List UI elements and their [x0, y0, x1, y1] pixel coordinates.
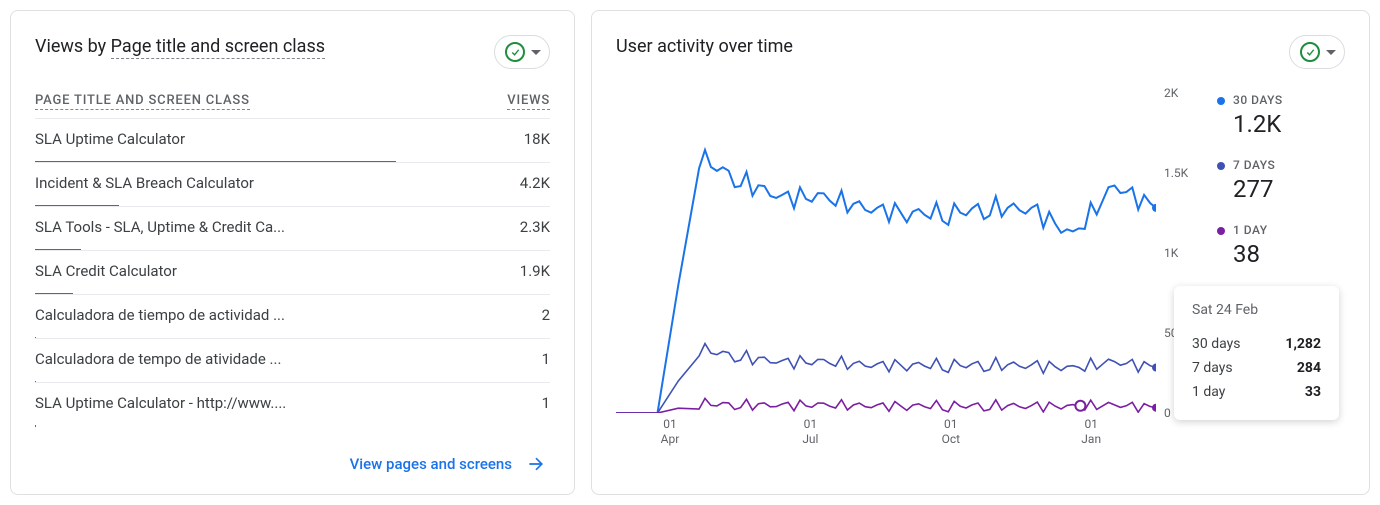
table-row[interactable]: SLA Uptime Calculator - http://www....1 [35, 382, 550, 426]
card-title: Views by Page title and screen class [35, 35, 494, 59]
tooltip-value: 284 [1297, 360, 1321, 376]
tooltip-series: 7 days [1192, 360, 1233, 376]
legend-label: 7 DAYS [1233, 158, 1275, 172]
series-line [616, 150, 1156, 413]
footer-link-label: View pages and screens [350, 455, 512, 473]
legend-item[interactable]: 7 DAYS 277 [1217, 158, 1283, 203]
row-label: Calculadora de tiempo de actividad ... [35, 306, 542, 324]
legend-value: 38 [1233, 240, 1283, 268]
legend-dot-icon [1217, 97, 1225, 105]
status-dropdown[interactable] [1289, 35, 1345, 69]
row-value: 2.3K [520, 218, 550, 236]
legend-value: 1.2K [1233, 110, 1283, 138]
tooltip-row: 30 days 1,282 [1192, 332, 1321, 356]
hover-marker [1075, 401, 1085, 411]
title-dimension[interactable]: Page title and screen class [111, 36, 325, 59]
y-tick: 1K [1164, 246, 1178, 260]
title-metric: Views [35, 36, 83, 57]
view-pages-link[interactable]: View pages and screens [346, 446, 550, 482]
tooltip-value: 1,282 [1285, 336, 1321, 352]
arrow-right-icon [526, 454, 546, 474]
col-header-views: VIEWS [507, 93, 550, 110]
card-header: User activity over time [616, 35, 1345, 69]
legend-dot-icon [1217, 227, 1225, 235]
tooltip-series: 1 day [1192, 384, 1225, 400]
table-row[interactable]: SLA Uptime Calculator18K [35, 118, 550, 162]
row-value: 1.9K [520, 262, 550, 280]
chart-tooltip: Sat 24 Feb 30 days 1,282 7 days 284 1 day 33 [1174, 286, 1339, 420]
table-row[interactable]: Calculadora de tempo de atividade ...1 [35, 338, 550, 382]
caret-down-icon [531, 50, 541, 55]
row-label: SLA Uptime Calculator - http://www.... [35, 394, 542, 412]
col-header-page: PAGE TITLE AND SCREEN CLASS [35, 93, 250, 110]
legend-item[interactable]: 30 DAYS 1.2K [1217, 93, 1283, 138]
row-value: 4.2K [520, 174, 550, 192]
row-label: Calculadora de tempo de atividade ... [35, 350, 542, 368]
tooltip-row: 7 days 284 [1192, 356, 1321, 380]
table-row[interactable]: Calculadora de tiempo de actividad ...2 [35, 294, 550, 338]
card-title: User activity over time [616, 35, 1289, 59]
user-activity-card: User activity over time 01Apr01Jul01Oct0… [591, 10, 1370, 495]
chart-area[interactable]: 01Apr 01Jul 01Oct 01Jan [616, 93, 1156, 453]
y-tick: 2K [1164, 86, 1178, 100]
row-bar [35, 425, 36, 427]
check-circle-icon [1300, 42, 1320, 62]
check-circle-icon [505, 42, 525, 62]
row-value: 18K [524, 130, 550, 148]
x-tick: 01Jan [1081, 417, 1101, 447]
legend-dot-icon [1217, 162, 1225, 170]
y-tick: 1.5K [1164, 166, 1188, 180]
row-label: SLA Tools - SLA, Uptime & Credit Ca... [35, 218, 520, 236]
x-tick: 01Oct [942, 417, 960, 447]
card-header: Views by Page title and screen class [35, 35, 550, 69]
legend-item[interactable]: 1 DAY 38 [1217, 223, 1283, 268]
tooltip-series: 30 days [1192, 336, 1240, 352]
table-body: SLA Uptime Calculator18KIncident & SLA B… [35, 118, 550, 426]
y-tick: 0 [1164, 406, 1171, 420]
row-value: 1 [542, 394, 550, 412]
table-row[interactable]: Incident & SLA Breach Calculator4.2K [35, 162, 550, 206]
x-tick: 01Jul [802, 417, 818, 447]
legend-value: 277 [1233, 175, 1283, 203]
row-label: SLA Uptime Calculator [35, 130, 524, 148]
tooltip-row: 1 day 33 [1192, 380, 1321, 404]
table-row[interactable]: SLA Tools - SLA, Uptime & Credit Ca...2.… [35, 206, 550, 250]
table-header: PAGE TITLE AND SCREEN CLASS VIEWS [35, 93, 550, 118]
legend-label: 1 DAY [1233, 223, 1268, 237]
tooltip-value: 33 [1305, 384, 1321, 400]
row-label: Incident & SLA Breach Calculator [35, 174, 520, 192]
x-tick: 01Apr [661, 417, 680, 447]
tooltip-date: Sat 24 Feb [1192, 302, 1321, 318]
table-row[interactable]: SLA Credit Calculator1.9K [35, 250, 550, 294]
caret-down-icon [1326, 50, 1336, 55]
views-by-page-card: Views by Page title and screen class PAG… [10, 10, 575, 495]
row-label: SLA Credit Calculator [35, 262, 520, 280]
row-value: 1 [542, 350, 550, 368]
status-dropdown[interactable] [494, 35, 550, 69]
line-chart [616, 93, 1156, 413]
legend-label: 30 DAYS [1233, 93, 1283, 107]
title-by: by [88, 36, 107, 57]
x-axis: 01Apr 01Jul 01Oct 01Jan [616, 413, 1156, 453]
row-value: 2 [542, 306, 550, 324]
series-line [616, 344, 1156, 413]
